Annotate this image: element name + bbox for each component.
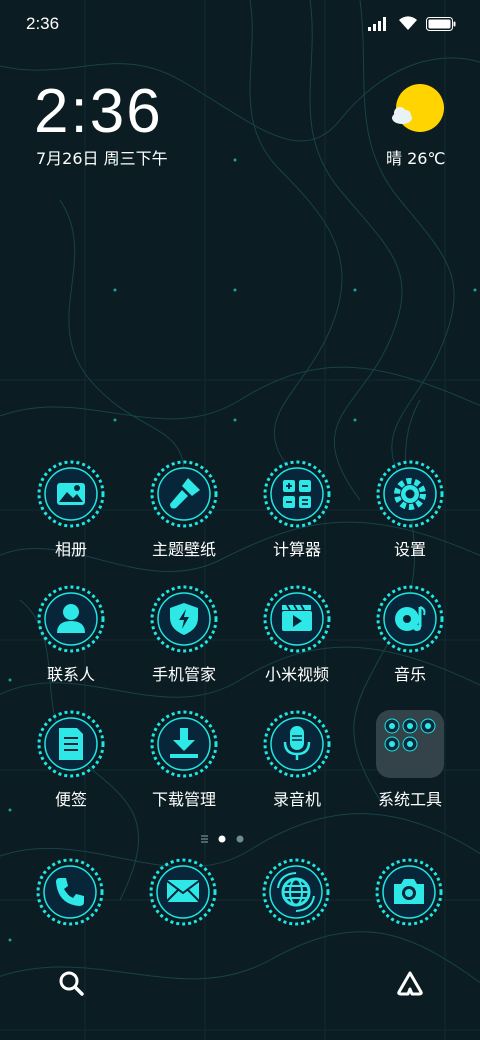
app-label: 录音机 [272,790,321,809]
app-label: 计算器 [272,540,321,559]
status-bar: 2:36 [0,0,480,50]
wifi-icon [398,16,418,35]
app-downloads[interactable]: 下载管理 [128,710,240,820]
music-icon [376,585,444,653]
app-contacts[interactable]: 联系人 [15,585,127,695]
contact-person-icon [37,585,105,653]
notes-icon [37,710,105,778]
app-label: 便签 [54,790,87,809]
app-label: 相册 [54,540,87,559]
security-shield-icon [150,585,218,653]
clock-date[interactable]: 7月26日 周三下午 [36,145,168,169]
dock-browser-app[interactable] [262,858,330,926]
battery-icon [426,16,456,35]
status-icons [368,16,456,35]
app-notes[interactable]: 便签 [15,710,127,820]
app-theme-wallpaper[interactable]: 主题壁纸 [128,460,240,570]
app-label: 音乐 [393,665,426,684]
app-gallery[interactable]: 相册 [15,460,127,570]
app-calculator[interactable]: 计算器 [241,460,353,570]
search-icon[interactable] [58,970,84,1000]
camera-icon [375,858,443,930]
app-video[interactable]: 小米视频 [241,585,353,695]
app-music[interactable]: 音乐 [354,585,466,695]
calculator-icon [263,460,331,528]
gallery-icon [37,460,105,528]
app-label: 联系人 [46,665,95,684]
weather-text[interactable]: 晴 26℃ [386,145,445,169]
signal-icon [368,16,390,35]
sunny-icon[interactable] [388,82,446,140]
app-label: 系统工具 [377,790,442,809]
app-label: 手机管家 [151,665,216,684]
dock-phone-app[interactable] [36,858,104,926]
browser-globe-icon [262,858,330,930]
app-label: 设置 [393,540,426,559]
app-label: 下载管理 [151,790,216,809]
app-recorder[interactable]: 录音机 [241,710,353,820]
clock-time[interactable]: 2:36 [34,76,163,147]
video-clapper-icon [263,585,331,653]
status-time: 2:36 [26,14,60,33]
app-settings[interactable]: 设置 [354,460,466,570]
app-vault-icon[interactable] [396,970,424,1000]
download-icon [150,710,218,778]
folder-icon [376,710,444,778]
dock-camera-app[interactable] [375,858,443,926]
app-folder-system-tools[interactable]: 系统工具 [354,710,466,820]
theme-brush-icon [150,460,218,528]
app-label: 主题壁纸 [151,540,216,559]
messages-icon [149,858,217,930]
phone-icon [36,858,104,930]
app-security[interactable]: 手机管家 [128,585,240,695]
gear-icon [376,460,444,528]
app-label: 小米视频 [264,665,329,684]
dock-messages-app[interactable] [149,858,217,926]
page-indicator[interactable] [200,830,260,843]
microphone-icon [263,710,331,778]
